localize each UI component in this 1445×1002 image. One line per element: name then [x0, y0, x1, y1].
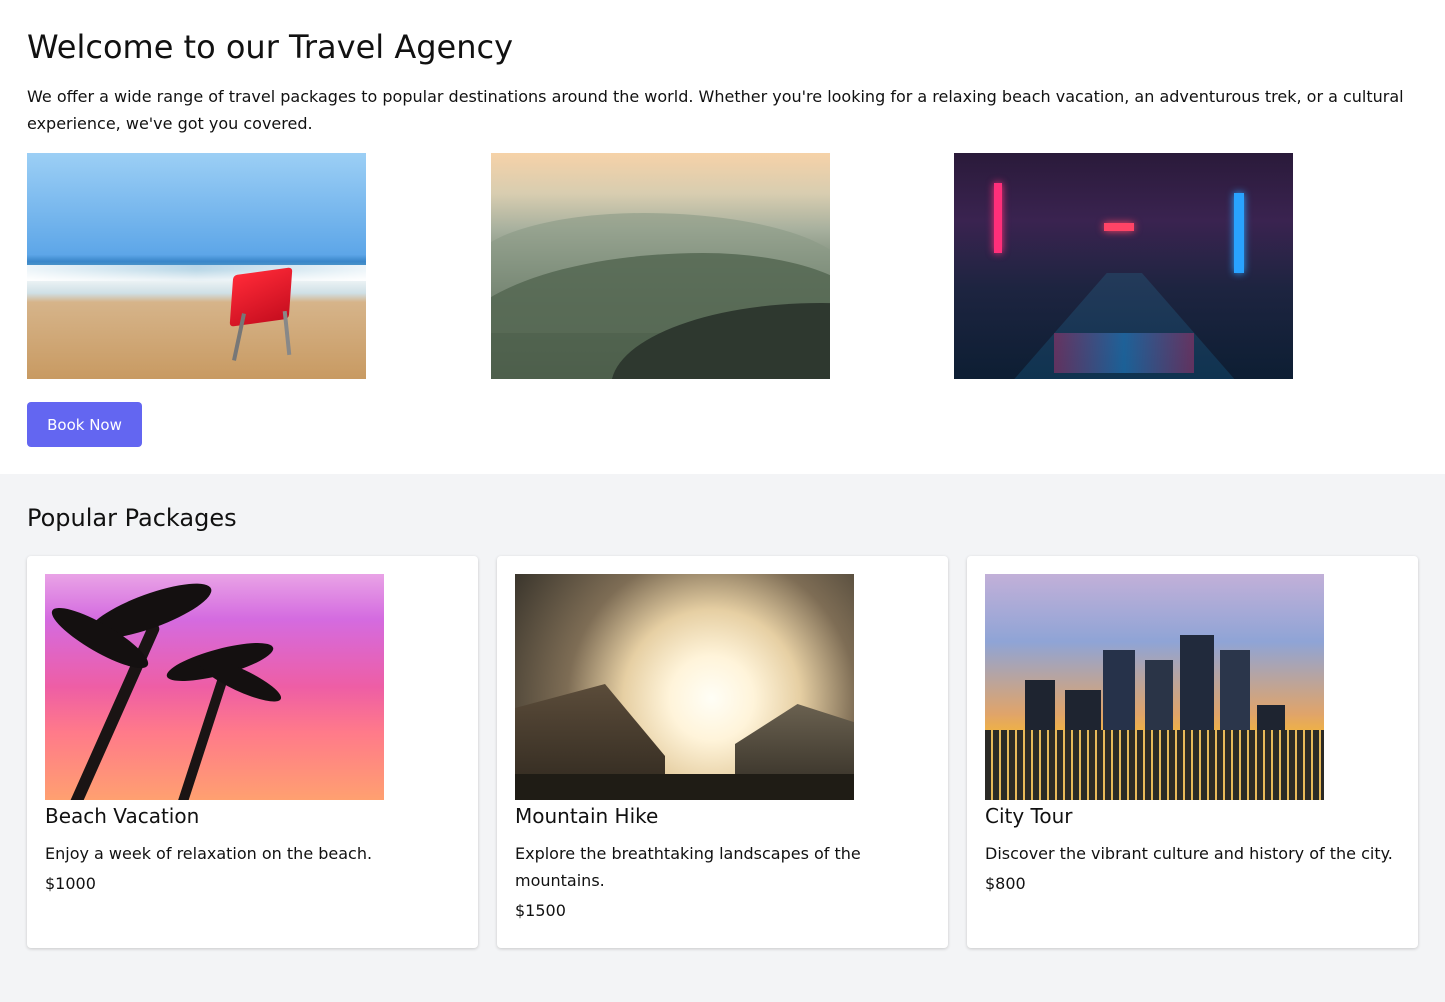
- package-description: Explore the breathtaking landscapes of t…: [515, 844, 861, 890]
- package-card-city[interactable]: City Tour Discover the vibrant culture a…: [967, 556, 1418, 948]
- hero-gallery: [27, 153, 1418, 379]
- city-night-photo: [954, 153, 1294, 379]
- package-price: $1500: [515, 901, 566, 920]
- city-skyline-photo: [985, 574, 1324, 800]
- package-price: $1000: [45, 874, 96, 893]
- packages-heading: Popular Packages: [27, 504, 237, 532]
- package-title: City Tour: [985, 804, 1073, 828]
- beach-photo: [27, 153, 366, 379]
- package-card-mountain[interactable]: Mountain Hike Explore the breathtaking l…: [497, 556, 948, 948]
- package-price: $800: [985, 874, 1026, 893]
- package-cards: Beach Vacation Enjoy a week of relaxatio…: [27, 556, 1418, 948]
- hero-section: Welcome to our Travel Agency We offer a …: [0, 0, 1445, 474]
- package-description: Discover the vibrant culture and history…: [985, 844, 1393, 863]
- valley-sunrise-photo: [515, 574, 854, 800]
- packages-section: Popular Packages Beach Vacation Enjoy a …: [0, 474, 1445, 948]
- palm-sunset-photo: [45, 574, 384, 800]
- package-title: Beach Vacation: [45, 804, 200, 828]
- page-title: Welcome to our Travel Agency: [27, 28, 514, 66]
- mountains-photo: [490, 153, 830, 379]
- package-description: Enjoy a week of relaxation on the beach.: [45, 844, 373, 863]
- package-title: Mountain Hike: [515, 804, 659, 828]
- intro-text: We offer a wide range of travel packages…: [27, 87, 1404, 133]
- package-card-beach[interactable]: Beach Vacation Enjoy a week of relaxatio…: [27, 556, 478, 948]
- book-now-button[interactable]: Book Now: [27, 402, 142, 447]
